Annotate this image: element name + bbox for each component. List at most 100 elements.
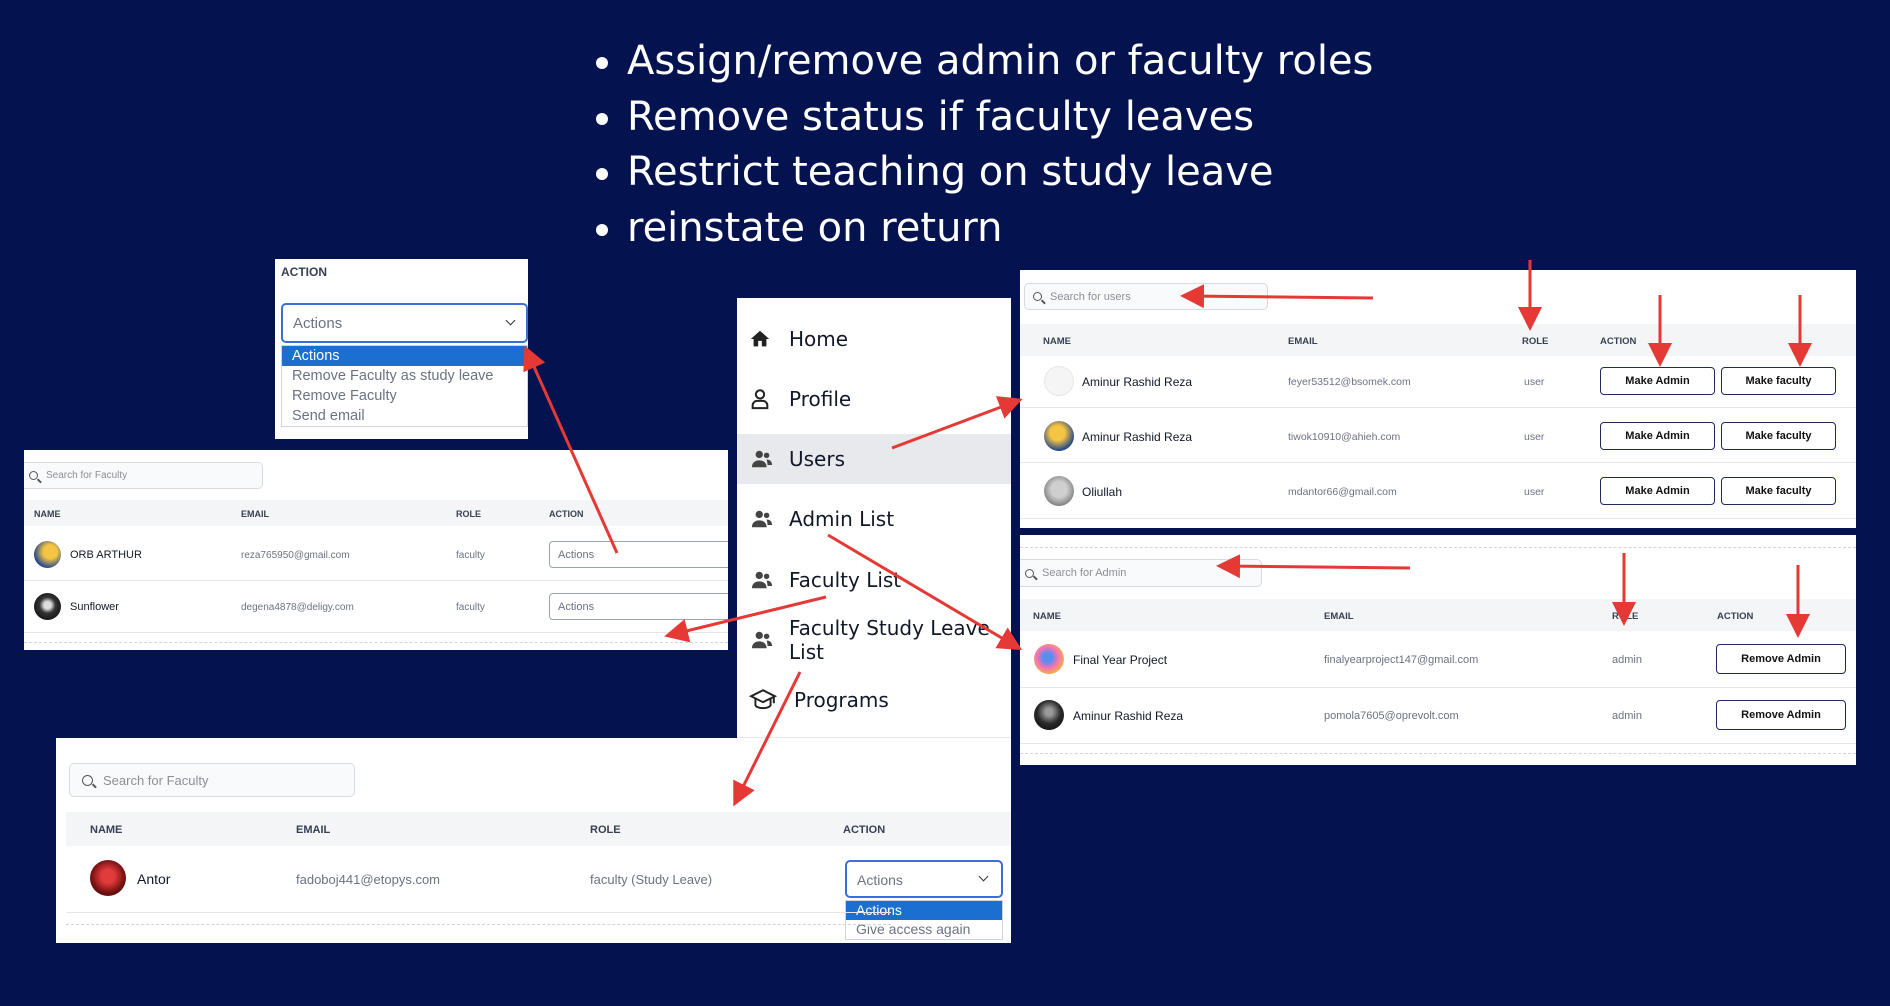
remove-admin-button[interactable]: Remove Admin xyxy=(1716,644,1846,674)
study-leave-search-input[interactable]: Search for Faculty xyxy=(69,763,355,797)
row-email: fadoboj441@etopys.com xyxy=(296,872,441,887)
header-action: ACTION xyxy=(549,509,584,519)
sidebar-item-label: Profile xyxy=(789,387,852,411)
row-email: feyer53512@bsomek.com xyxy=(1288,376,1411,388)
sidebar-item-label: Faculty Study Leave List xyxy=(789,616,990,664)
sidebar-item-programs[interactable]: Programs xyxy=(737,675,1011,725)
header-name: NAME xyxy=(1033,611,1061,622)
row-name: Aminur Rashid Reza xyxy=(1073,709,1184,723)
admin-list-panel: Search for Admin NAME EMAIL ROLE ACTION … xyxy=(1020,535,1856,765)
avatar xyxy=(34,593,61,620)
row-email: degena4878@deligy.com xyxy=(241,602,354,613)
sidebar-item-faculty-study-leave-list[interactable]: Faculty Study Leave List xyxy=(737,615,1011,665)
faculty-search-input[interactable]: Search for Faculty xyxy=(24,462,263,489)
search-icon xyxy=(1025,568,1034,578)
sidebar-item-home[interactable]: Home xyxy=(737,314,1011,364)
make-faculty-button[interactable]: Make faculty xyxy=(1721,477,1836,505)
row-divider xyxy=(1020,462,1856,463)
table-footer-divider xyxy=(1020,753,1856,754)
users-icon xyxy=(751,631,773,649)
header-name: NAME xyxy=(90,824,123,836)
study-leave-actions-select[interactable]: Actions xyxy=(845,860,1003,898)
option-actions[interactable]: Actions xyxy=(282,346,527,366)
sidebar-item-label: Faculty List xyxy=(789,568,902,592)
study-leave-panel: Search for Faculty NAME EMAIL ROLE ACTIO… xyxy=(56,738,1011,943)
bullet-item: Remove status if faculty leaves xyxy=(592,90,1373,146)
bullet-item: Assign/remove admin or faculty roles xyxy=(592,34,1373,90)
avatar xyxy=(90,860,126,896)
header-action: ACTION xyxy=(1600,336,1637,347)
avatar xyxy=(1044,476,1074,506)
search-placeholder: Search for Admin xyxy=(1042,567,1127,579)
row-role: faculty xyxy=(456,550,485,561)
top-divider xyxy=(1020,547,1856,548)
header-email: EMAIL xyxy=(241,509,269,519)
admin-search-input[interactable]: Search for Admin xyxy=(1020,559,1262,587)
make-faculty-button[interactable]: Make faculty xyxy=(1721,422,1836,450)
option-send-email[interactable]: Send email xyxy=(282,406,527,426)
make-admin-button[interactable]: Make Admin xyxy=(1600,422,1715,450)
feature-bullet-list: Assign/remove admin or faculty roles Rem… xyxy=(592,34,1373,256)
option-actions[interactable]: Actions xyxy=(846,901,1002,920)
option-give-access-again[interactable]: Give access again xyxy=(846,920,1002,939)
sidebar-item-label: Home xyxy=(789,327,849,351)
header-name: NAME xyxy=(1043,336,1071,347)
row-role: faculty xyxy=(456,602,485,613)
select-value: Actions xyxy=(558,600,595,613)
row-name: Final Year Project xyxy=(1073,653,1168,667)
search-icon xyxy=(29,471,38,480)
row-email: reza765950@gmail.com xyxy=(241,550,350,561)
row-name: Sunflower xyxy=(70,601,119,613)
sidebar-item-faculty-list[interactable]: Faculty List xyxy=(737,555,1011,605)
row-actions-select[interactable]: Actions xyxy=(549,593,728,620)
users-search-input[interactable]: Search for users xyxy=(1024,283,1268,310)
row-role: user xyxy=(1524,376,1545,388)
row-role: user xyxy=(1524,486,1545,498)
make-admin-button[interactable]: Make Admin xyxy=(1600,477,1715,505)
row-name: Antor xyxy=(137,871,171,887)
row-role: faculty (Study Leave) xyxy=(590,872,713,887)
actions-select[interactable]: Actions xyxy=(281,303,528,343)
chevron-down-icon xyxy=(505,315,516,326)
header-email: EMAIL xyxy=(1324,611,1354,622)
select-value: Actions xyxy=(558,548,595,561)
row-role: user xyxy=(1524,431,1545,443)
chevron-down-icon xyxy=(978,871,989,882)
make-admin-button[interactable]: Make Admin xyxy=(1600,367,1715,395)
sidebar-item-profile[interactable]: Profile xyxy=(737,374,1011,424)
header-role: ROLE xyxy=(1522,336,1549,347)
sidebar-item-users[interactable]: Users xyxy=(737,434,1011,484)
sidebar-item-label: Programs xyxy=(794,688,889,712)
option-remove-faculty-study-leave[interactable]: Remove Faculty as study leave xyxy=(282,366,527,386)
row-divider xyxy=(1020,743,1856,744)
row-actions-select[interactable]: Actions xyxy=(549,541,728,568)
actions-select-value: Actions xyxy=(293,315,343,332)
row-divider xyxy=(1020,407,1856,408)
row-divider xyxy=(24,580,728,581)
users-icon xyxy=(751,571,773,589)
header-role: ROLE xyxy=(590,824,621,836)
graduation-cap-icon xyxy=(749,689,777,710)
search-placeholder: Search for users xyxy=(1050,290,1131,303)
row-divider xyxy=(1020,518,1856,519)
table-header: NAME EMAIL ROLE ACTION xyxy=(66,812,1011,846)
table-header: NAME EMAIL ROLE ACTION xyxy=(1020,599,1856,631)
row-email: finalyearproject147@gmail.com xyxy=(1324,654,1479,666)
row-divider xyxy=(24,632,728,633)
action-dropdown-panel: ACTION Actions Actions Remove Faculty as… xyxy=(275,259,528,439)
row-email: pomola7605@oprevolt.com xyxy=(1324,710,1459,722)
search-placeholder: Search for Faculty xyxy=(103,772,209,788)
avatar xyxy=(1034,700,1064,730)
make-faculty-button[interactable]: Make faculty xyxy=(1721,367,1836,395)
row-divider xyxy=(1020,687,1856,688)
table-header: NAME EMAIL ROLE ACTION xyxy=(24,500,728,526)
bullet-item: Restrict teaching on study leave xyxy=(592,145,1373,201)
select-value: Actions xyxy=(857,872,903,888)
option-remove-faculty[interactable]: Remove Faculty xyxy=(282,386,527,406)
sidebar-item-admin-list[interactable]: Admin List xyxy=(737,494,1011,544)
actions-options-list: Actions Remove Faculty as study leave Re… xyxy=(281,345,528,427)
remove-admin-button[interactable]: Remove Admin xyxy=(1716,700,1846,730)
users-icon xyxy=(751,510,773,528)
faculty-list-panel: Search for Faculty NAME EMAIL ROLE ACTIO… xyxy=(24,450,728,650)
row-email: mdantor66@gmail.com xyxy=(1288,486,1397,498)
